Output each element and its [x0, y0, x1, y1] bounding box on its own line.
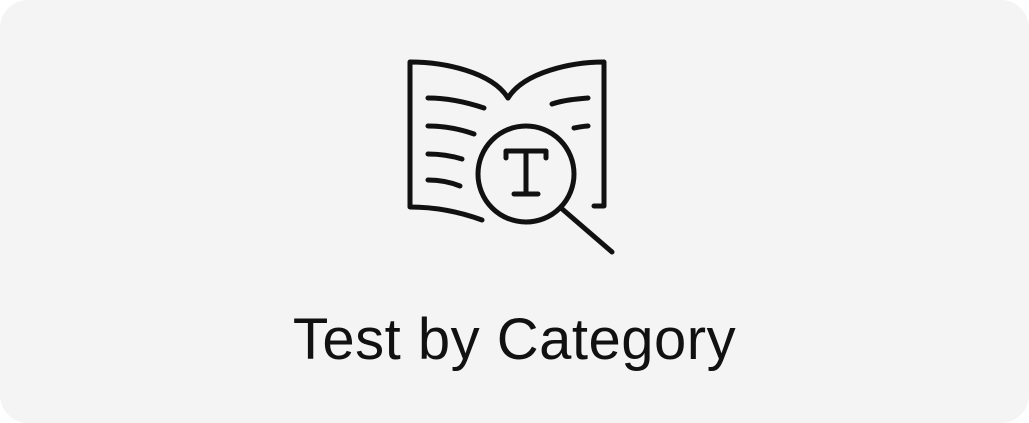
test-by-category-card[interactable]: T Test by Category	[0, 0, 1029, 423]
card-label: Test by Category	[292, 307, 737, 372]
book-magnifier-icon: T	[404, 54, 620, 260]
